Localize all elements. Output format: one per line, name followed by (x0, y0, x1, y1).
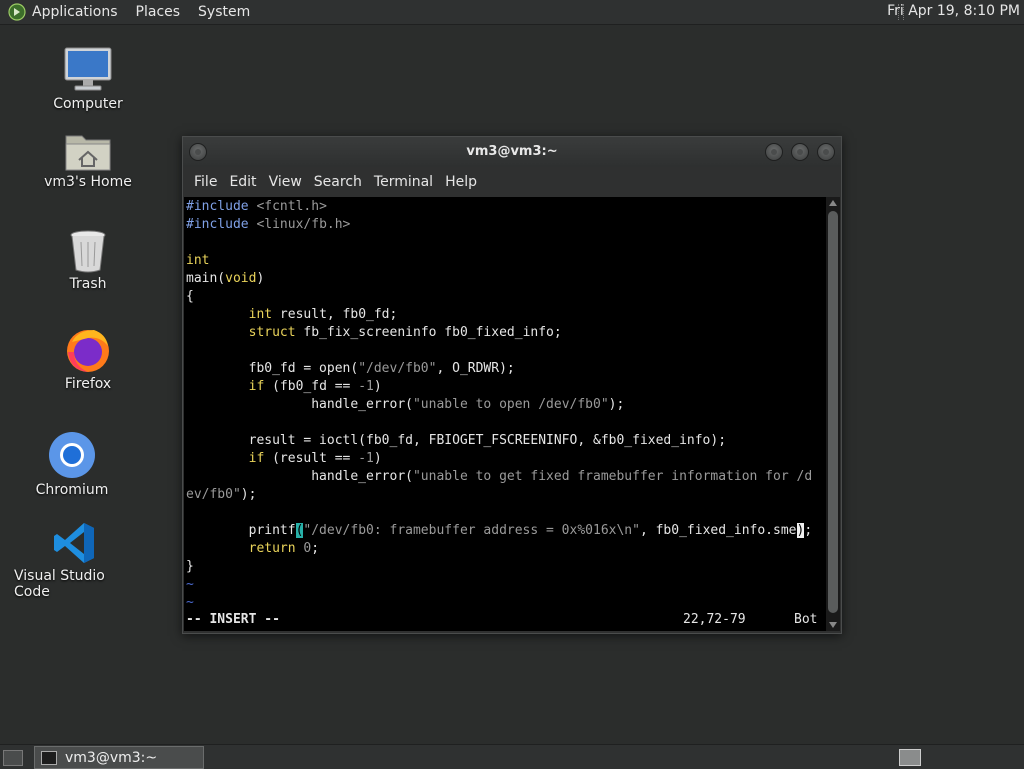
menu-file[interactable]: File (194, 174, 217, 190)
bottom-panel: vm3@vm3:~ (0, 744, 1024, 769)
vim-mode-indicator: -- INSERT -- (186, 612, 280, 627)
distro-logo-icon[interactable] (8, 3, 26, 21)
home-folder-icon (65, 135, 111, 171)
cursor-position: 22,72-79 (683, 612, 746, 627)
menu-applications[interactable]: Applications (32, 4, 118, 20)
desktop-icon-label: Computer (53, 96, 123, 112)
clock[interactable]: Fri Apr 19, 8:10 PM (887, 3, 1020, 19)
code-editor[interactable]: #include <fcntl.h> #include <linux/fb.h>… (186, 198, 812, 612)
window-menubar: File Edit View Search Terminal Help (183, 167, 841, 197)
menu-search[interactable]: Search (314, 174, 362, 190)
desktop-icon-label: vm3's Home (44, 174, 132, 190)
scroll-up-icon[interactable] (829, 200, 837, 206)
scrollbar-thumb[interactable] (828, 211, 838, 613)
menu-view[interactable]: View (269, 174, 302, 190)
desktop-icon-firefox[interactable]: Firefox (28, 326, 148, 392)
taskbar-item-terminal[interactable]: vm3@vm3:~ (34, 746, 204, 769)
terminal-icon (41, 750, 57, 765)
vscode-icon (54, 523, 94, 563)
terminal-scrollbar[interactable] (826, 197, 840, 631)
menu-system[interactable]: System (198, 4, 250, 20)
scroll-position: Bot (794, 612, 818, 627)
desktop-icon-label: Firefox (64, 376, 112, 392)
desktop-icon-chromium[interactable]: Chromium (12, 430, 132, 498)
show-desktop-icon[interactable] (3, 750, 23, 766)
terminal-text-area[interactable]: #include <fcntl.h> #include <linux/fb.h>… (184, 197, 826, 631)
close-button[interactable] (817, 143, 835, 161)
computer-icon (64, 47, 112, 91)
menu-terminal[interactable]: Terminal (374, 174, 433, 190)
desktop-icon-home[interactable]: vm3's Home (28, 128, 148, 190)
firefox-icon (67, 330, 109, 372)
menu-help[interactable]: Help (445, 174, 477, 190)
vim-status-line: -- INSERT -- 22,72-79 Bot (186, 611, 826, 629)
menu-edit[interactable]: Edit (229, 174, 256, 190)
desktop-icon-label: Trash (69, 276, 107, 292)
taskbar-item-label: vm3@vm3:~ (65, 749, 158, 766)
desktop-icon-trash[interactable]: Trash (28, 228, 148, 292)
trash-icon (70, 230, 106, 273)
menu-places[interactable]: Places (136, 4, 181, 20)
desktop-icon-label: Visual Studio Code (14, 568, 105, 600)
window-title: vm3@vm3:~ (466, 144, 558, 159)
chromium-icon (49, 432, 95, 478)
minimize-button[interactable] (765, 143, 783, 161)
scroll-down-icon[interactable] (829, 622, 837, 628)
terminal-window[interactable]: vm3@vm3:~ File Edit View Search Terminal… (182, 136, 842, 634)
desktop-icon-label: Chromium (35, 482, 109, 498)
workspace-switcher[interactable] (899, 749, 921, 766)
desktop-icon-vscode[interactable]: Visual Studio Code (14, 520, 134, 600)
window-titlebar[interactable]: vm3@vm3:~ (183, 137, 841, 167)
desktop-icon-computer[interactable]: Computer (28, 46, 148, 112)
maximize-button[interactable] (791, 143, 809, 161)
top-panel: Applications Places System Fri Apr 19, 8… (0, 0, 1024, 25)
